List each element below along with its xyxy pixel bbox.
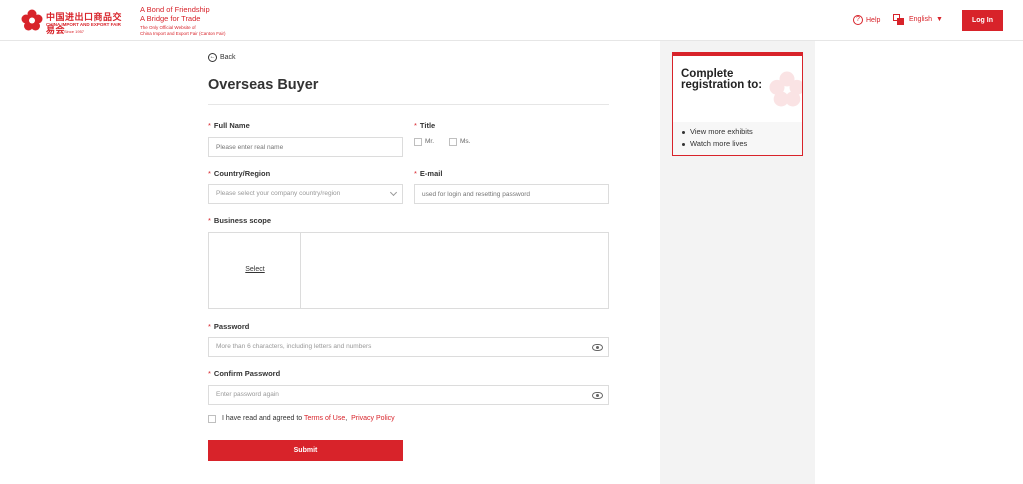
confirm-password-label: * Confirm Password — [208, 369, 281, 378]
privacy-policy-link[interactable]: Privacy Policy — [351, 415, 395, 422]
required-marker: * — [414, 121, 417, 130]
promo-title: Complete registration to: — [681, 68, 763, 91]
required-marker: * — [208, 322, 211, 331]
business-scope-label: * Business scope — [208, 216, 272, 225]
slogan: A Bond of Friendship A Bridge for Trade … — [140, 5, 226, 37]
slogan-line-2: A Bridge for Trade — [140, 14, 201, 23]
title-label: * Title — [414, 121, 436, 130]
email-input[interactable] — [414, 184, 609, 204]
question-icon: ? — [853, 15, 863, 25]
agreement-text: I have read and agreed to Terms of Use, … — [222, 415, 395, 422]
eye-icon[interactable] — [592, 392, 603, 399]
required-marker: * — [208, 121, 211, 130]
promo-list: View more exhibits Watch more lives — [681, 126, 753, 150]
language-selector[interactable]: English ▼ — [893, 14, 943, 25]
title-mr-checkbox[interactable] — [414, 138, 422, 146]
chevron-down-icon — [389, 188, 398, 197]
logo-since-text: Since 1957 — [64, 29, 85, 34]
country-select[interactable]: Please select your company country/regio… — [208, 184, 403, 204]
submit-button[interactable]: Submit — [208, 440, 403, 461]
terms-of-use-link[interactable]: Terms of Use — [304, 415, 345, 422]
business-scope-box: Select — [208, 232, 609, 309]
required-marker: * — [208, 169, 211, 178]
promo-item: Watch more lives — [681, 138, 753, 150]
eye-icon[interactable] — [592, 344, 603, 351]
email-label: * E-mail — [414, 169, 443, 178]
canton-fair-logo[interactable]: 中国进出口商品交易会 CHINA IMPORT AND EXPORT FAIR … — [20, 8, 130, 36]
password-label: * Password — [208, 322, 250, 331]
confirm-password-field[interactable]: Enter password again — [208, 385, 609, 405]
password-placeholder: More than 6 characters, including letter… — [216, 343, 372, 350]
title-ms-label: Ms. — [460, 138, 471, 145]
help-label: Help — [866, 16, 881, 24]
business-scope-select-link[interactable]: Select — [209, 266, 301, 273]
slogan-line-1: A Bond of Friendship — [140, 5, 210, 14]
slogan-line-4: China Import and Export Fair (Canton Fai… — [140, 31, 226, 36]
caret-down-icon: ▼ — [935, 16, 943, 23]
business-scope-selector: Select — [209, 233, 301, 308]
required-marker: * — [208, 216, 211, 225]
page-title: Overseas Buyer — [208, 77, 319, 93]
country-placeholder: Please select your company country/regio… — [216, 190, 341, 197]
registration-benefits-card: Complete registration to: View more exhi… — [672, 52, 803, 156]
back-link[interactable]: ← Back — [208, 53, 236, 62]
confirm-password-placeholder: Enter password again — [216, 391, 279, 398]
title-ms-checkbox[interactable] — [449, 138, 457, 146]
login-button[interactable]: Log In — [962, 10, 1003, 31]
top-header: 中国进出口商品交易会 CHINA IMPORT AND EXPORT FAIR … — [0, 0, 1023, 41]
required-marker: * — [414, 169, 417, 178]
agreement-checkbox[interactable] — [208, 415, 216, 423]
logo-english-text: CHINA IMPORT AND EXPORT FAIR — [46, 22, 121, 27]
back-label: Back — [220, 54, 236, 61]
password-field[interactable]: More than 6 characters, including letter… — [208, 337, 609, 357]
flower-logo-icon — [21, 9, 43, 31]
divider — [208, 104, 609, 105]
full-name-input[interactable] — [208, 137, 403, 157]
full-name-label: * Full Name — [208, 121, 250, 130]
help-link[interactable]: ? Help — [853, 15, 880, 25]
country-label: * Country/Region — [208, 169, 271, 178]
promo-item: View more exhibits — [681, 126, 753, 138]
language-label: English — [909, 16, 932, 23]
title-mr-label: Mr. — [425, 138, 435, 145]
translate-icon — [893, 14, 904, 25]
arrow-left-icon: ← — [208, 53, 217, 62]
required-marker: * — [208, 369, 211, 378]
